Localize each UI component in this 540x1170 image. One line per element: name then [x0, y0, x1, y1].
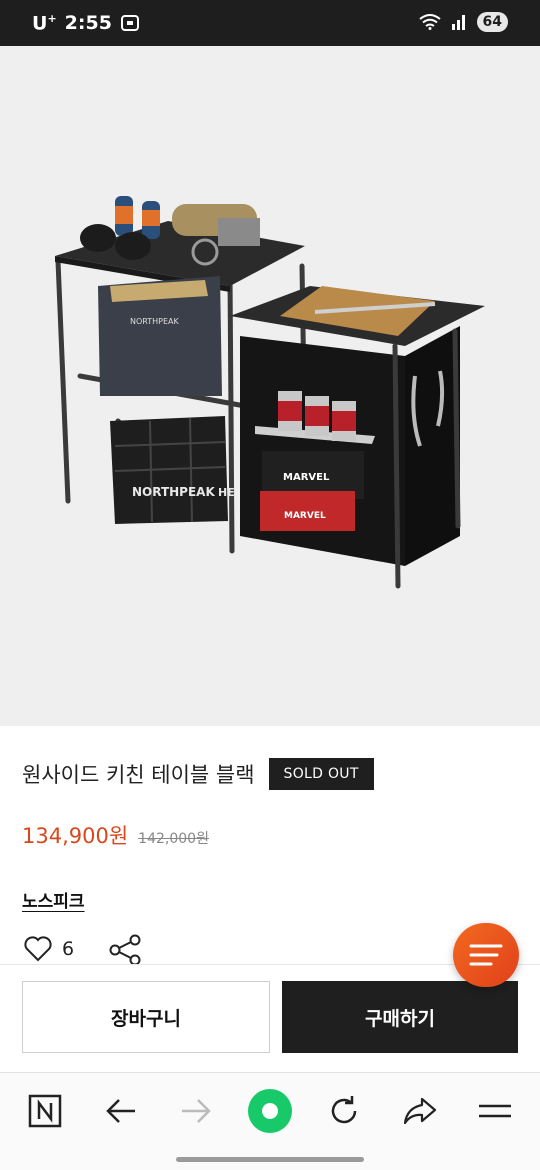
crate-brand-text: NORTHPEAK [132, 485, 215, 499]
back-arrow-icon [106, 1099, 135, 1123]
battery-indicator: 64 [476, 12, 508, 32]
buy-button[interactable]: 구매하기 [282, 981, 518, 1053]
share-icon [109, 934, 141, 966]
kitchen-table-illustration: NORTHPEAK NORTHPEAK HE MARVEL MARVEL [55, 196, 485, 589]
product-title: 원사이드 키친 테이블 블랙 [22, 763, 255, 787]
original-price: 142,000원 [138, 831, 209, 847]
cart-button[interactable]: 장바구니 [22, 981, 270, 1053]
green-home-button[interactable] [246, 1089, 294, 1133]
box-label-text-2: MARVEL [284, 511, 326, 521]
carrier-label: U+ [32, 12, 57, 35]
floating-menu-button[interactable] [453, 923, 519, 987]
share-forward-icon [403, 1097, 437, 1125]
clock: 2:55 [64, 12, 112, 35]
naver-home-button[interactable] [21, 1091, 69, 1131]
green-dot-home-icon [248, 1089, 292, 1133]
status-left: U+ 2:55 [32, 12, 140, 34]
wifi-icon [418, 14, 441, 30]
refresh-icon [331, 1096, 357, 1124]
naver-n-icon [28, 1094, 62, 1128]
home-indicator[interactable] [176, 1157, 364, 1162]
box-label-text: MARVEL [283, 472, 330, 483]
forward-arrow-icon [182, 1099, 211, 1123]
forward-button[interactable] [172, 1091, 220, 1131]
back-button[interactable] [97, 1091, 145, 1131]
refresh-button[interactable] [320, 1091, 368, 1131]
product-title-row: 원사이드 키친 테이블 블랙 SOLD OUT [22, 758, 374, 790]
price-row: 134,900원 142,000원 [22, 820, 209, 850]
bag-brand-text: NORTHPEAK [130, 317, 180, 326]
screen-record-icon [120, 15, 139, 32]
menu-lines-icon [469, 944, 503, 966]
heart-icon [24, 936, 52, 962]
browser-nav-bar [0, 1072, 540, 1170]
sale-price: 134,900원 [22, 824, 129, 848]
brand-link[interactable]: 노스피크 [22, 887, 85, 912]
like-button[interactable]: 6 [24, 936, 74, 962]
product-image[interactable]: NORTHPEAK NORTHPEAK HE MARVEL MARVEL [0, 46, 540, 726]
sold-out-badge: SOLD OUT [268, 758, 374, 790]
crate-brand-text-2: HE [218, 486, 235, 499]
status-right: 64 [418, 12, 508, 32]
hamburger-menu-icon [479, 1104, 511, 1118]
signal-icon [451, 15, 465, 30]
status-bar: U+ 2:55 64 [0, 0, 540, 46]
like-count: 6 [62, 938, 75, 960]
share-page-button[interactable] [396, 1091, 444, 1131]
menu-button[interactable] [471, 1091, 519, 1131]
